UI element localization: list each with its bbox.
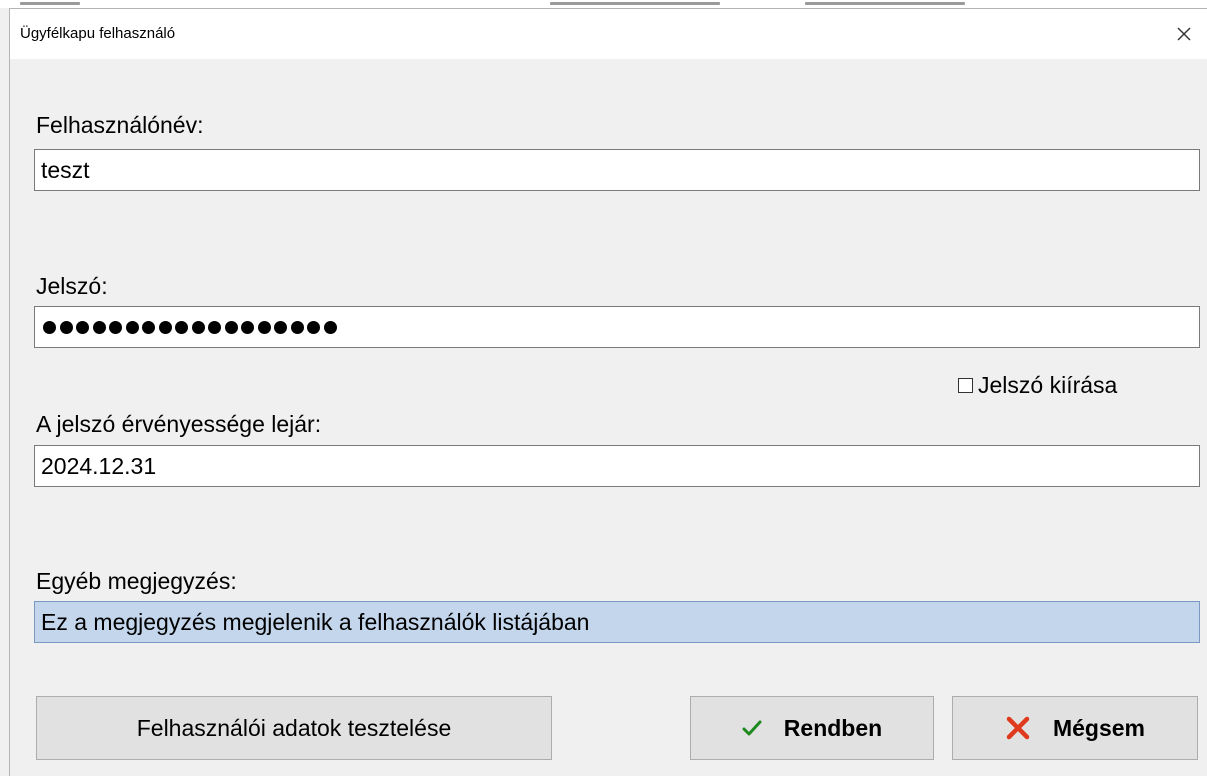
background-window-strip [0,0,1207,8]
show-password-label: Jelszó kiírása [978,372,1118,398]
checkbox-box[interactable] [958,378,973,393]
cross-icon [1005,715,1031,741]
cancel-button[interactable]: Mégsem [952,696,1198,760]
close-button[interactable] [1161,9,1207,59]
test-credentials-button[interactable]: Felhasználói adatok tesztelése [36,696,552,760]
expiry-label: A jelszó érvényessége lejár: [36,411,322,437]
background-text-fragment [805,2,965,5]
checkmark-icon [742,719,762,737]
username-label: Felhasználónév: [36,112,204,138]
window-title: Ügyfélkapu felhasználó [20,25,176,42]
cancel-label: Mégsem [1052,714,1146,741]
note-label: Egyéb megjegyzés: [36,568,237,594]
username-input[interactable] [34,149,1200,191]
close-icon [1177,27,1191,41]
password-input[interactable] [34,306,1200,348]
background-text-fragment [550,2,720,5]
title-bar: Ügyfélkapu felhasználó [10,9,1207,59]
user-dialog: Ügyfélkapu felhasználó Felhasználónév: J… [9,8,1207,776]
note-input[interactable] [34,601,1200,643]
expiry-input[interactable] [34,445,1200,487]
background-text-fragment [20,2,80,5]
show-password-checkbox[interactable]: Jelszó kiírása [958,372,1117,399]
password-label: Jelszó: [36,273,108,299]
ok-label: Rendben [783,714,883,741]
ok-button[interactable]: Rendben [690,696,934,760]
test-credentials-label: Felhasználói adatok tesztelése [136,714,452,741]
